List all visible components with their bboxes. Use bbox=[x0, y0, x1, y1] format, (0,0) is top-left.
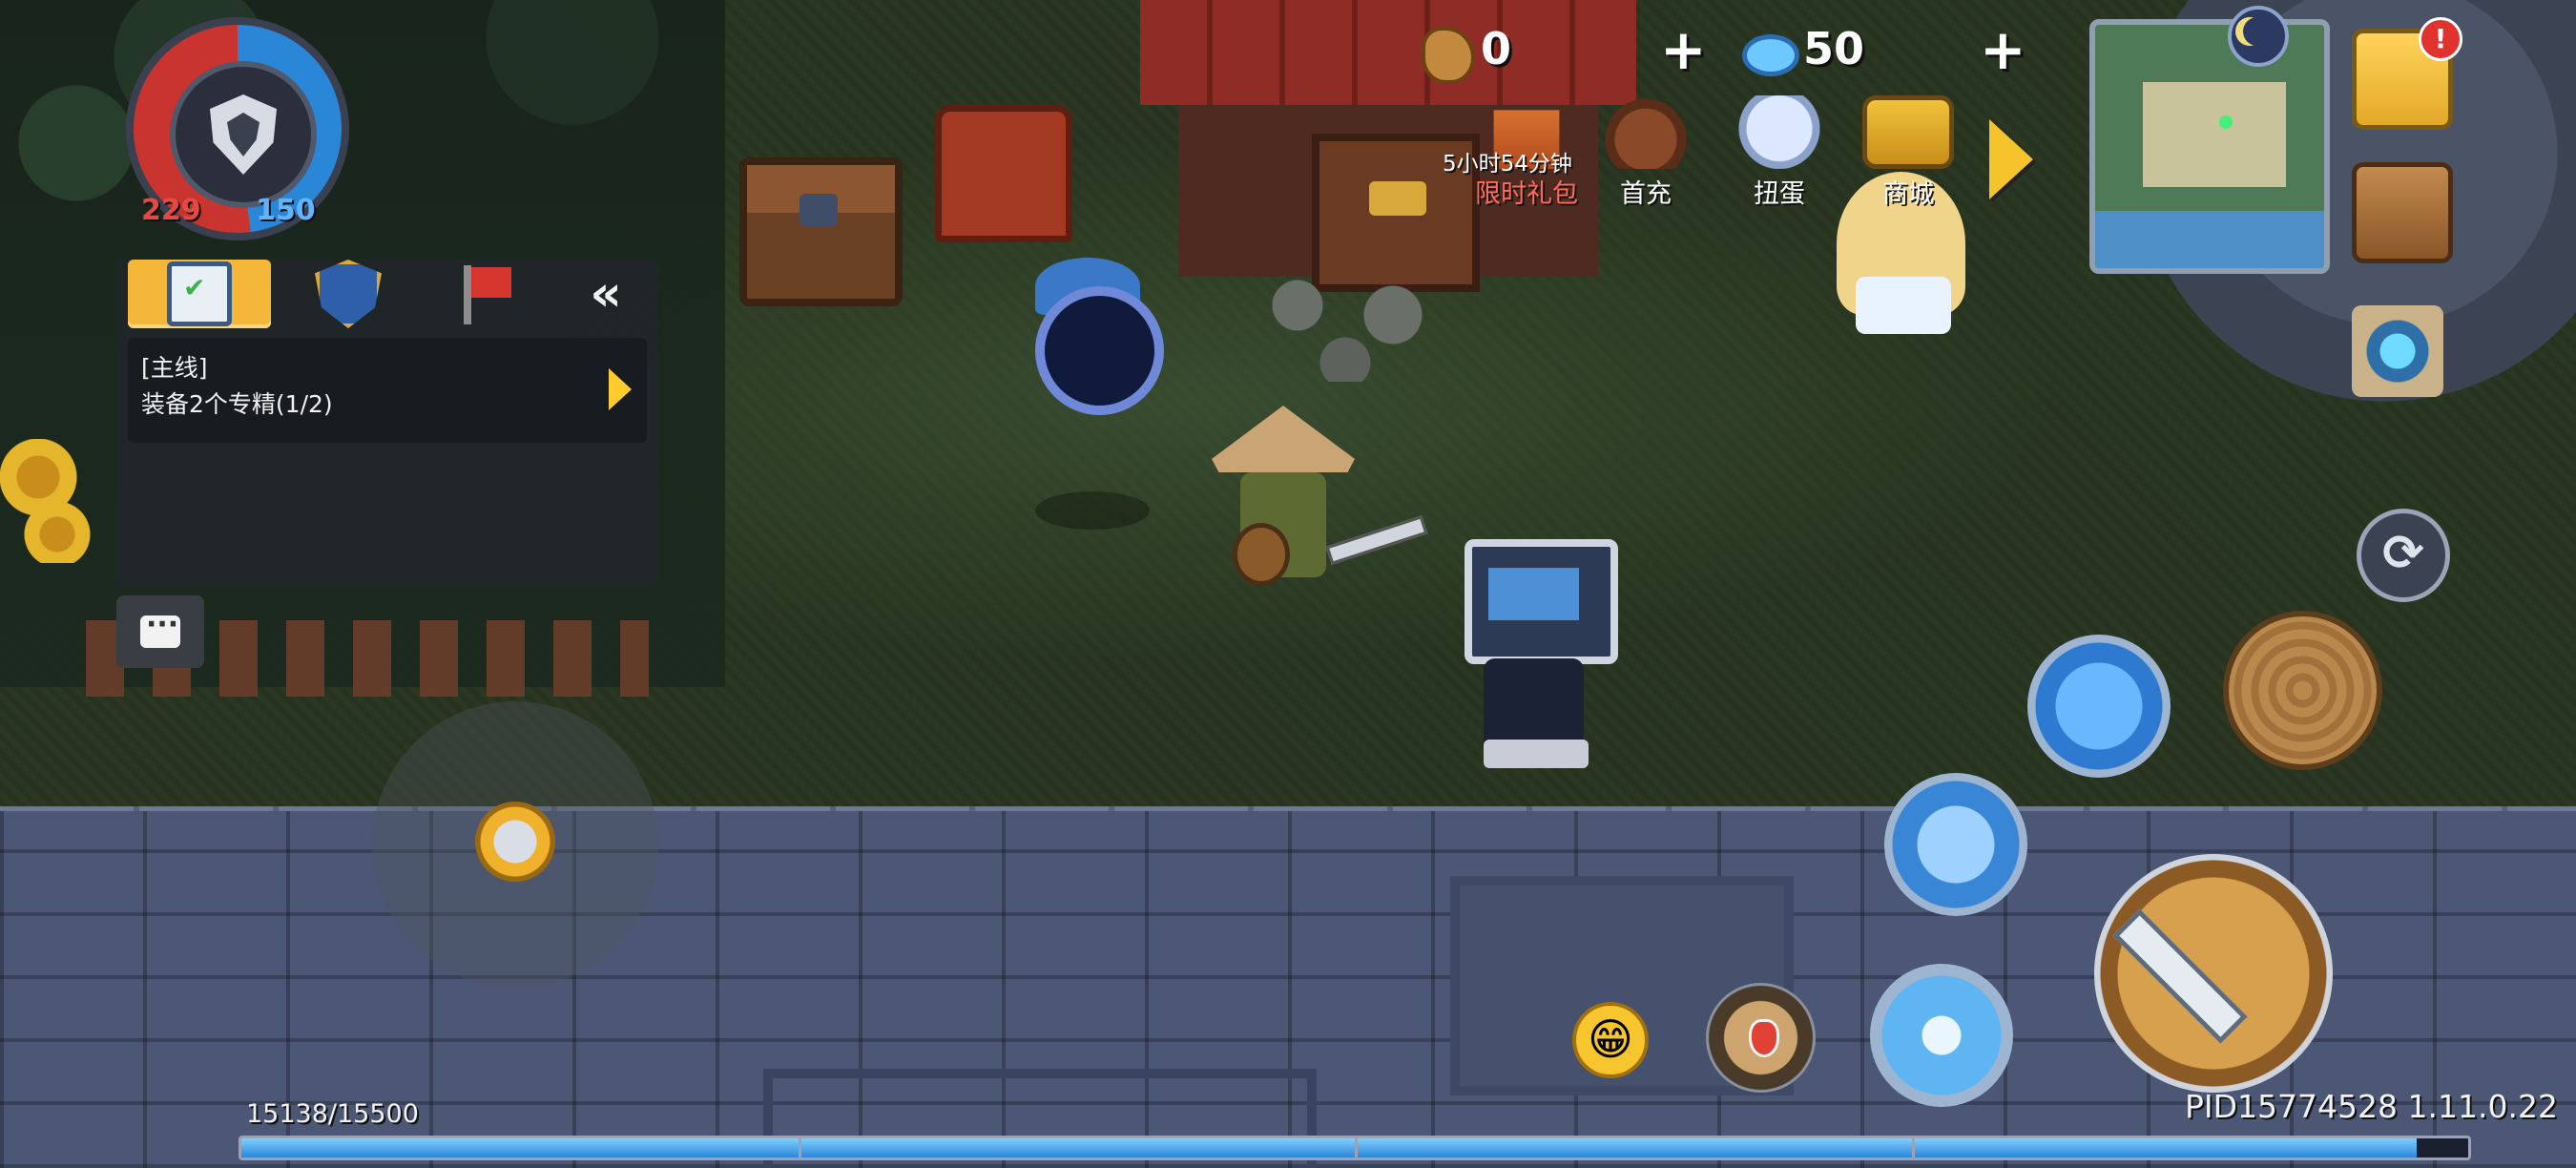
collapse-panel-button[interactable]: « bbox=[572, 265, 639, 323]
chat-button[interactable] bbox=[116, 595, 204, 668]
gacha-button[interactable]: 扭蛋 bbox=[1722, 95, 1837, 210]
gift-timer: 5小时54分钟 bbox=[1443, 152, 1572, 177]
tab-team[interactable] bbox=[414, 260, 557, 328]
mail-notification-badge: ! bbox=[2419, 17, 2462, 61]
gift-label: 限时礼包 bbox=[1475, 179, 1578, 209]
emoji-button[interactable]: 😁 bbox=[1572, 1002, 1649, 1078]
tab-quests[interactable] bbox=[128, 260, 271, 328]
ice-skill-button[interactable] bbox=[1870, 964, 2013, 1107]
clipboard-icon bbox=[167, 261, 232, 326]
limited-gift-button[interactable]: 5小时54分钟 限时礼包 bbox=[1443, 95, 1603, 210]
topup-label: 首充 bbox=[1620, 179, 1672, 209]
gem-count: 50 bbox=[1803, 23, 1865, 74]
minimap-player-marker bbox=[2219, 115, 2233, 129]
first-topup-button[interactable]: 首充 bbox=[1589, 95, 1703, 210]
quest-description: 装备2个专精(1/2) bbox=[141, 390, 333, 418]
add-gems-button[interactable]: + bbox=[1980, 22, 2026, 77]
minimap-area bbox=[2143, 82, 2286, 187]
quest-tag: [主线] bbox=[141, 354, 208, 382]
dodge-skill-button[interactable] bbox=[2223, 611, 2382, 770]
swap-weapon-button[interactable]: ⟳ bbox=[2357, 509, 2450, 602]
star-skill-button[interactable] bbox=[2027, 635, 2171, 778]
joystick-knob[interactable] bbox=[475, 802, 555, 882]
experience-fill bbox=[241, 1138, 2418, 1158]
attack-button[interactable] bbox=[2094, 854, 2333, 1093]
quest-entry[interactable]: [主线] 装备2个专精(1/2) bbox=[128, 338, 647, 443]
gem-icon bbox=[1742, 34, 1799, 76]
experience-bar bbox=[239, 1136, 2471, 1160]
armor-shield-icon bbox=[210, 94, 277, 175]
portal-button[interactable] bbox=[2352, 305, 2443, 397]
experience-text: 15138/15500 bbox=[246, 1099, 419, 1129]
expand-events-arrow-icon[interactable] bbox=[1989, 119, 2033, 199]
shield-value: 150 bbox=[256, 194, 316, 227]
coin-icon bbox=[1422, 27, 1475, 84]
hp-value: 229 bbox=[141, 194, 201, 227]
flag-icon bbox=[462, 265, 511, 324]
gacha-capsule-icon bbox=[1738, 95, 1820, 169]
exp-divider bbox=[798, 1138, 801, 1158]
minimap[interactable] bbox=[2089, 19, 2330, 274]
tab-guild[interactable] bbox=[277, 260, 420, 328]
quest-go-arrow-icon[interactable] bbox=[609, 368, 632, 410]
backpack-button[interactable] bbox=[2352, 162, 2453, 263]
badge-icon bbox=[315, 260, 382, 328]
gacha-label: 扭蛋 bbox=[1754, 179, 1805, 209]
exp-divider bbox=[1911, 1138, 1915, 1158]
armor-display[interactable] bbox=[170, 61, 317, 208]
hud: 229 150 « [主线] 装备2个专精(1/2) 0 + 50 + 5小时5… bbox=[0, 0, 2576, 1168]
minimap-water bbox=[2095, 211, 2324, 268]
coin-count: 0 bbox=[1481, 23, 1512, 74]
pid-version: PID15774528 1.11.0.22 bbox=[2185, 1088, 2558, 1125]
moon-icon[interactable] bbox=[2228, 6, 2289, 67]
shield-skill-button[interactable] bbox=[1884, 773, 2027, 916]
shop-button[interactable]: 商城 bbox=[1851, 95, 1965, 210]
quest-panel: « [主线] 装备2个专精(1/2) bbox=[116, 260, 658, 586]
potion-button[interactable] bbox=[1706, 983, 1816, 1093]
shop-label: 商城 bbox=[1882, 179, 1934, 209]
exp-divider bbox=[1355, 1138, 1358, 1158]
add-coins-button[interactable]: + bbox=[1660, 22, 1707, 77]
wizard-hat-icon bbox=[1605, 95, 1687, 169]
shop-cart-icon bbox=[1862, 95, 1954, 169]
chat-bubble-icon bbox=[140, 608, 180, 648]
